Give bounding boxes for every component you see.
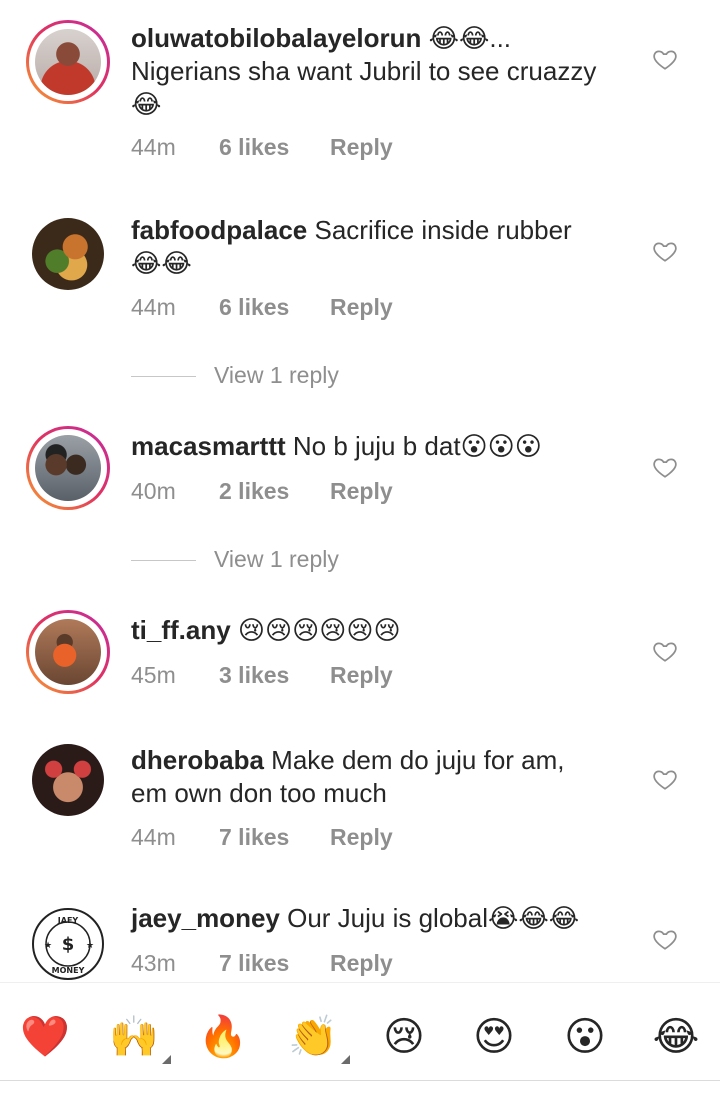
avatar[interactable] (26, 426, 110, 510)
comment-text: ti_ff.any 😢😢😢😢😢😢 (131, 614, 601, 647)
like-heart-icon[interactable] (652, 454, 678, 480)
comment-item: dherobaba Make dem do juju for am, em ow… (0, 730, 720, 900)
reaction-clap[interactable]: 👏 (283, 1005, 343, 1065)
reply-button[interactable]: Reply (330, 134, 393, 161)
comment-item: macasmarttt No b juju b dat😮😮😮 40m 2 like… (0, 410, 720, 600)
comment-meta: 45m 3 likes Reply (131, 662, 393, 689)
avatar[interactable] (26, 610, 110, 694)
comment-item: fabfoodpalace Sacrifice inside rubber 😂😂… (0, 190, 720, 410)
comment-item: ti_ff.any 😢😢😢😢😢😢 45m 3 likes Reply (0, 600, 720, 730)
surprised-face-emoji-icon: 😮 (564, 1014, 606, 1060)
more-options-corner-icon[interactable] (162, 1055, 171, 1064)
tears-of-joy-emoji-icon: 😂 (652, 1014, 700, 1060)
comment-likes[interactable]: 7 likes (219, 824, 330, 851)
comment-likes[interactable]: 2 likes (219, 478, 330, 505)
fire-emoji-icon: 🔥 (198, 1014, 248, 1060)
comments-list: oluwatobilobalayelorun 😂😂... Nigerians s… (0, 0, 720, 982)
like-heart-icon[interactable] (652, 926, 678, 952)
svg-text:★: ★ (44, 941, 52, 951)
comment-likes[interactable]: 6 likes (219, 134, 330, 161)
jaey-money-logo: JAEY $ MONEY ★ ★ (44, 916, 94, 975)
view-replies-label: View 1 reply (214, 546, 339, 572)
crying-face-emoji-icon: 😢 (383, 1014, 425, 1060)
avatar[interactable] (26, 738, 110, 822)
heart-emoji-icon: ❤️ (20, 1014, 70, 1060)
comment-text: macasmarttt No b juju b dat😮😮😮 (131, 430, 601, 463)
reaction-surprised[interactable]: 😮 (555, 1005, 615, 1065)
view-replies-button[interactable]: View 1 reply (131, 546, 431, 576)
avatar[interactable]: JAEY $ MONEY ★ ★ (26, 902, 110, 982)
view-replies-button[interactable]: View 1 reply (131, 362, 431, 392)
logo-text-bottom: MONEY (52, 966, 85, 975)
comment-text: fabfoodpalace Sacrifice inside rubber 😂😂 (131, 214, 601, 280)
comment-username[interactable]: macasmarttt (131, 431, 286, 461)
reaction-crying[interactable]: 😢 (374, 1005, 434, 1065)
clapping-hands-emoji-icon: 👏 (288, 1014, 338, 1060)
avatar[interactable] (26, 20, 110, 104)
reaction-heart[interactable]: ❤️ (15, 1005, 75, 1065)
comment-body: No b juju b dat😮😮😮 (292, 431, 542, 461)
comment-likes[interactable]: 6 likes (219, 294, 330, 321)
quick-reactions-bar: ❤️ 🙌 🔥 👏 😢 😍 😮 😂 (0, 982, 720, 1083)
view-replies-label: View 1 reply (214, 362, 339, 388)
reply-button[interactable]: Reply (330, 662, 393, 689)
comment-meta: 40m 2 likes Reply (131, 478, 393, 505)
comment-body: 😢😢😢😢😢😢 (237, 615, 401, 645)
comment-item: JAEY $ MONEY ★ ★ jaey_money Our Juju is … (0, 900, 720, 982)
reply-button[interactable]: Reply (330, 950, 393, 977)
more-options-corner-icon[interactable] (341, 1055, 350, 1064)
comment-meta: 43m 7 likes Reply (131, 950, 393, 977)
comment-time: 45m (131, 662, 176, 688)
comment-time: 44m (131, 294, 176, 320)
comment-username[interactable]: jaey_money (131, 903, 280, 933)
comment-emoji: 😂😂... (428, 23, 512, 53)
comment-username[interactable]: oluwatobilobalayelorun (131, 23, 421, 53)
logo-text-top: JAEY (57, 916, 79, 925)
divider-line (131, 376, 196, 377)
reaction-tears-of-joy[interactable]: 😂 (646, 1005, 706, 1065)
comment-meta: 44m 6 likes Reply (131, 134, 393, 161)
like-heart-icon[interactable] (652, 238, 678, 264)
comment-username[interactable]: ti_ff.any (131, 615, 231, 645)
divider-line (131, 560, 196, 561)
comment-body: Nigerians sha want Jubril to see cruazzy… (131, 56, 597, 119)
comment-meta: 44m 6 likes Reply (131, 294, 393, 321)
like-heart-icon[interactable] (652, 46, 678, 72)
logo-text-center: $ (62, 934, 75, 955)
reaction-fire[interactable]: 🔥 (193, 1005, 253, 1065)
comment-item: oluwatobilobalayelorun 😂😂... Nigerians s… (0, 0, 720, 190)
reply-button[interactable]: Reply (330, 824, 393, 851)
raised-hands-emoji-icon: 🙌 (109, 1014, 159, 1060)
comment-text: oluwatobilobalayelorun 😂😂... Nigerians s… (131, 22, 601, 121)
reply-button[interactable]: Reply (330, 294, 393, 321)
comment-likes[interactable]: 7 likes (219, 950, 330, 977)
reaction-raised-hands[interactable]: 🙌 (104, 1005, 164, 1065)
comment-time: 43m (131, 950, 176, 976)
comment-username[interactable]: fabfoodpalace (131, 215, 307, 245)
heart-eyes-emoji-icon: 😍 (473, 1014, 515, 1060)
reply-button[interactable]: Reply (330, 478, 393, 505)
reaction-heart-eyes[interactable]: 😍 (464, 1005, 524, 1065)
comment-text: dherobaba Make dem do juju for am, em ow… (131, 744, 601, 810)
comment-text: jaey_money Our Juju is global😭😂😂 (131, 902, 601, 935)
comment-time: 44m (131, 824, 176, 850)
like-heart-icon[interactable] (652, 638, 678, 664)
comment-meta: 44m 7 likes Reply (131, 824, 393, 851)
like-heart-icon[interactable] (652, 766, 678, 792)
comment-username[interactable]: dherobaba (131, 745, 264, 775)
comment-body: Our Juju is global😭😂😂 (287, 903, 580, 933)
svg-text:★: ★ (86, 941, 94, 951)
comment-likes[interactable]: 3 likes (219, 662, 330, 689)
comment-time: 44m (131, 134, 176, 160)
comment-time: 40m (131, 478, 176, 504)
avatar[interactable] (26, 212, 110, 296)
divider (0, 1080, 720, 1081)
